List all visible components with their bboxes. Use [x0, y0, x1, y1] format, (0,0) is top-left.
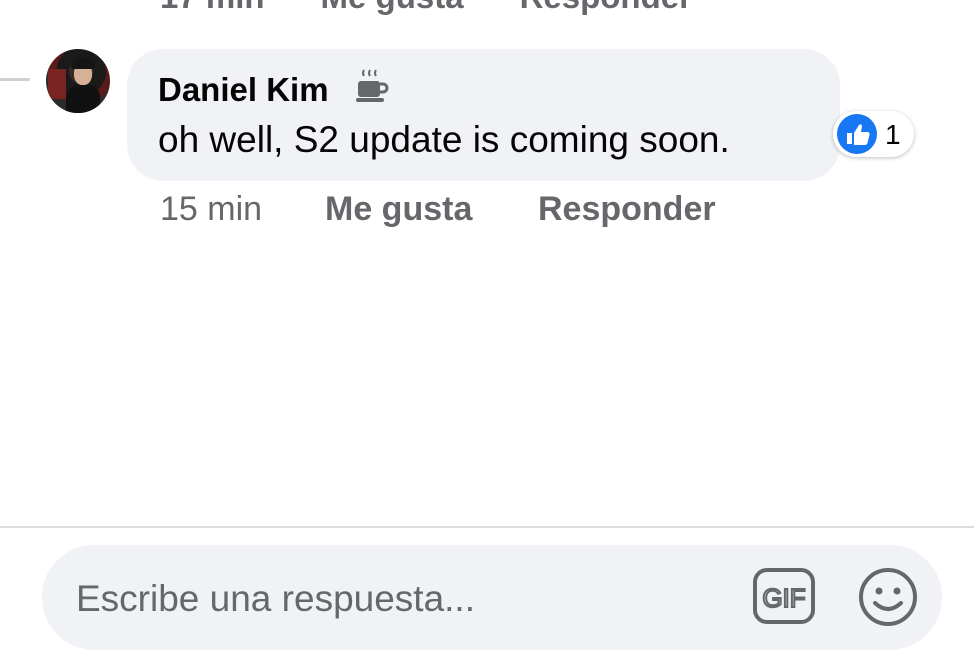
comment-time: 15 min [160, 190, 263, 228]
like-button[interactable]: Me gusta [325, 190, 472, 229]
previous-comment-time: 17 min [160, 0, 265, 16]
avatar[interactable] [46, 49, 110, 113]
thread-connector-line [0, 78, 30, 81]
divider [0, 526, 974, 528]
like-icon [837, 114, 877, 154]
previous-like-button[interactable]: Me gusta [321, 0, 464, 16]
coffee-icon [356, 69, 389, 102]
reaction-count: 1 [885, 119, 901, 150]
gif-label: GIF [762, 583, 805, 613]
gif-button[interactable]: GIF [752, 567, 816, 625]
reply-input[interactable] [74, 573, 718, 625]
reaction-summary[interactable]: 1 [833, 111, 914, 157]
previous-comment-actions: 17 min Me gusta Responder [160, 0, 692, 16]
comment-text: oh well, S2 update is coming soon. [158, 119, 730, 160]
comment-bubble: Daniel Kim oh well, S2 update is coming … [127, 49, 840, 181]
reply-composer: GIF [42, 545, 942, 650]
smiley-icon[interactable] [858, 567, 918, 627]
comment-author[interactable]: Daniel Kim [158, 71, 329, 109]
reply-button[interactable]: Responder [538, 190, 716, 229]
previous-reply-button[interactable]: Responder [520, 0, 692, 16]
